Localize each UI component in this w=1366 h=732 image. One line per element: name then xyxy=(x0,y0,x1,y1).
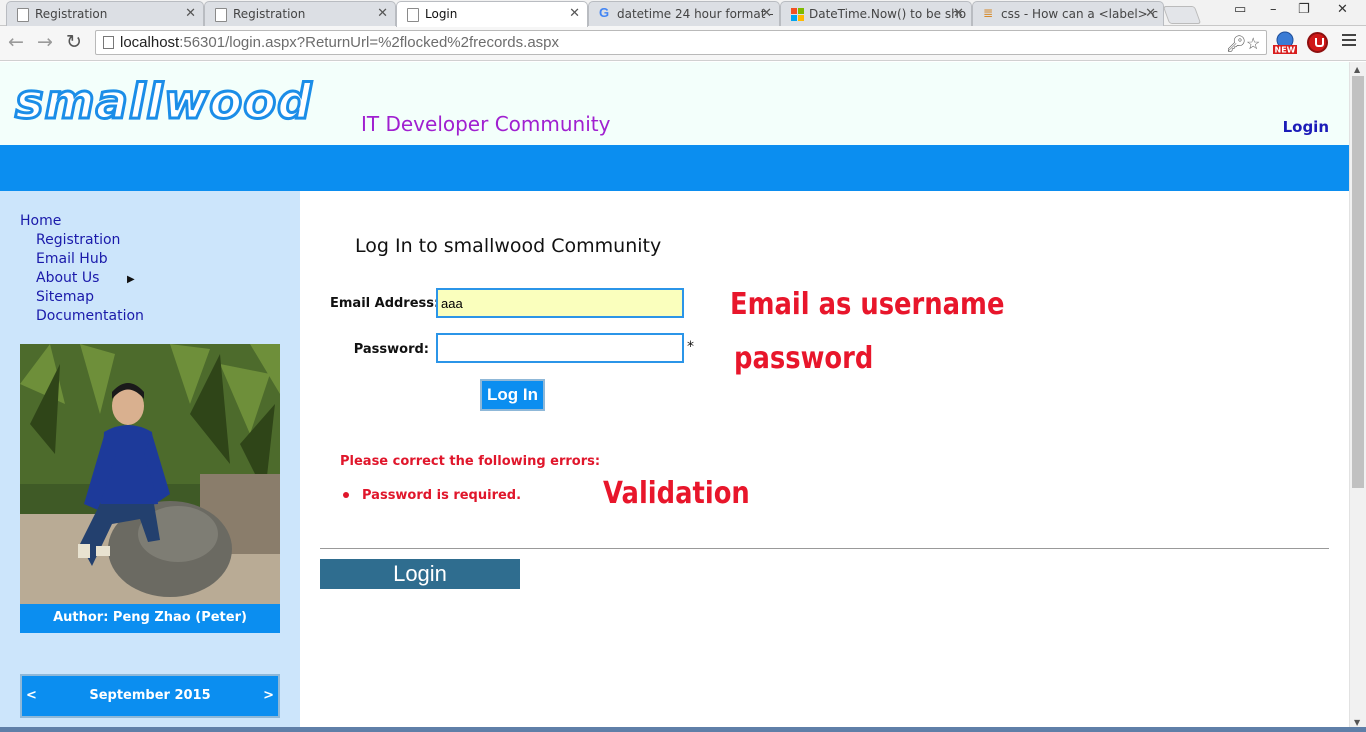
error-message: Password is required. xyxy=(362,488,522,503)
sidebar-item-about-us[interactable]: About Us ▶ xyxy=(20,269,144,288)
microsoft-icon xyxy=(791,8,804,21)
email-label: Email Address: xyxy=(330,296,440,311)
email-field[interactable] xyxy=(436,288,684,318)
extension-badge: NEW xyxy=(1275,46,1296,55)
divider xyxy=(320,548,1329,549)
sidebar-nav: Home Registration Email Hub About Us ▶ S… xyxy=(20,212,144,326)
password-label: Password: xyxy=(353,342,429,357)
site-logo[interactable]: smallwood xyxy=(14,77,314,128)
address-bar[interactable]: localhost:56301/login.aspx?ReturnUrl=%2f… xyxy=(95,30,1267,55)
page-icon xyxy=(407,8,419,22)
tab-title: DateTime.Now() to be sho xyxy=(809,7,967,21)
calendar-next-button[interactable]: > xyxy=(263,688,274,703)
scrollbar-thumb[interactable] xyxy=(1352,76,1364,488)
login-button[interactable]: Log In xyxy=(480,379,545,411)
calendar-month-title: September 2015 xyxy=(89,688,211,703)
close-icon[interactable]: ✕ xyxy=(953,6,964,21)
close-icon[interactable]: ✕ xyxy=(377,6,388,21)
browser-tab-active[interactable]: Login ✕ xyxy=(396,1,588,27)
login-panel: Log In to smallwood Community Email Addr… xyxy=(300,191,1349,732)
calendar-header: < September 2015 > xyxy=(20,674,280,718)
minimize-icon[interactable]: – xyxy=(1270,2,1277,17)
caret-right-icon: ▶ xyxy=(127,274,135,285)
sidebar-item-label: About Us xyxy=(36,270,100,286)
sidebar-item-registration[interactable]: Registration xyxy=(20,231,144,250)
browser-tab[interactable]: DateTime.Now() to be sho ✕ xyxy=(780,1,972,26)
close-icon[interactable]: ✕ xyxy=(185,6,196,21)
browser-tab[interactable]: ≣ css - How can a <label> c ✕ xyxy=(972,1,1164,26)
key-icon[interactable]: 🔑︎ xyxy=(1226,34,1246,54)
footer-login-button[interactable]: Login xyxy=(320,559,520,589)
forward-icon[interactable]: → xyxy=(37,31,53,53)
error-list-item: Password is required. xyxy=(343,488,522,503)
scroll-down-icon[interactable]: ▼ xyxy=(1354,718,1360,727)
browser-toolbar: ← → ↻ localhost:56301/login.aspx?ReturnU… xyxy=(0,26,1366,61)
web-page: smallwood IT Developer Community Login H… xyxy=(0,62,1349,732)
author-caption: Author: Peng Zhao (Peter) xyxy=(20,604,280,633)
google-icon: G xyxy=(599,5,610,20)
annotation-email: Email as username xyxy=(730,287,1005,322)
close-icon[interactable]: ✕ xyxy=(761,6,772,21)
sidebar: Home Registration Email Hub About Us ▶ S… xyxy=(0,191,300,732)
sidebar-item-documentation[interactable]: Documentation xyxy=(20,307,144,326)
url-host: localhost xyxy=(120,34,180,51)
browser-tab[interactable]: G datetime 24 hour format - ✕ xyxy=(588,1,780,26)
required-marker: * xyxy=(687,339,694,355)
page-scrollbar[interactable]: ▲ ▼ xyxy=(1349,62,1366,732)
restore-icon[interactable]: ❐ xyxy=(1298,2,1310,17)
extension-new-icon[interactable]: NEW xyxy=(1272,31,1298,55)
site-tagline: IT Developer Community xyxy=(361,112,611,136)
window-close-icon[interactable]: ✕ xyxy=(1337,2,1348,17)
tab-title: css - How can a <label> c xyxy=(1001,7,1159,21)
site-header: smallwood IT Developer Community Login xyxy=(0,62,1349,145)
back-icon[interactable]: ← xyxy=(8,31,24,53)
page-icon xyxy=(17,8,29,22)
tab-title: Registration xyxy=(233,7,306,21)
tab-title: datetime 24 hour format - xyxy=(617,7,774,21)
reload-icon[interactable]: ↻ xyxy=(66,31,82,53)
browser-tab[interactable]: Registration ✕ xyxy=(204,1,396,26)
password-field[interactable] xyxy=(436,333,684,363)
stackoverflow-icon: ≣ xyxy=(983,6,994,20)
bookmark-star-icon[interactable]: ☆ xyxy=(1246,34,1260,54)
page-icon xyxy=(215,8,227,22)
scroll-up-icon[interactable]: ▲ xyxy=(1354,65,1360,74)
sidebar-item-email-hub[interactable]: Email Hub xyxy=(20,250,144,269)
user-profile-icon[interactable]: ▭ xyxy=(1234,2,1246,17)
url-path: :56301/login.aspx?ReturnUrl=%2flocked%2f… xyxy=(179,34,560,51)
page-title: Log In to smallwood Community xyxy=(355,235,662,257)
annotation-password: password xyxy=(734,341,874,376)
new-tab-button[interactable] xyxy=(1162,6,1202,24)
annotation-validation: Validation xyxy=(603,476,750,511)
nav-banner xyxy=(0,145,1349,191)
bullet-icon xyxy=(343,492,349,498)
close-icon[interactable]: ✕ xyxy=(569,6,580,21)
error-summary-heading: Please correct the following errors: xyxy=(340,454,601,469)
author-photo xyxy=(20,344,280,604)
browser-tab[interactable]: Registration ✕ xyxy=(6,1,204,26)
page-icon xyxy=(103,36,114,49)
menu-icon[interactable] xyxy=(1342,34,1356,49)
browser-tabstrip: Registration ✕ Registration ✕ Login ✕ G … xyxy=(0,0,1366,27)
sidebar-item-home[interactable]: Home xyxy=(20,212,144,231)
os-taskbar-edge xyxy=(0,727,1366,732)
tab-title: Registration xyxy=(35,7,108,21)
close-icon[interactable]: ✕ xyxy=(1145,6,1156,21)
header-login-link[interactable]: Login xyxy=(1283,118,1329,136)
extension-power-icon[interactable] xyxy=(1307,32,1328,53)
tab-title: Login xyxy=(425,7,458,21)
sidebar-item-sitemap[interactable]: Sitemap xyxy=(20,288,144,307)
